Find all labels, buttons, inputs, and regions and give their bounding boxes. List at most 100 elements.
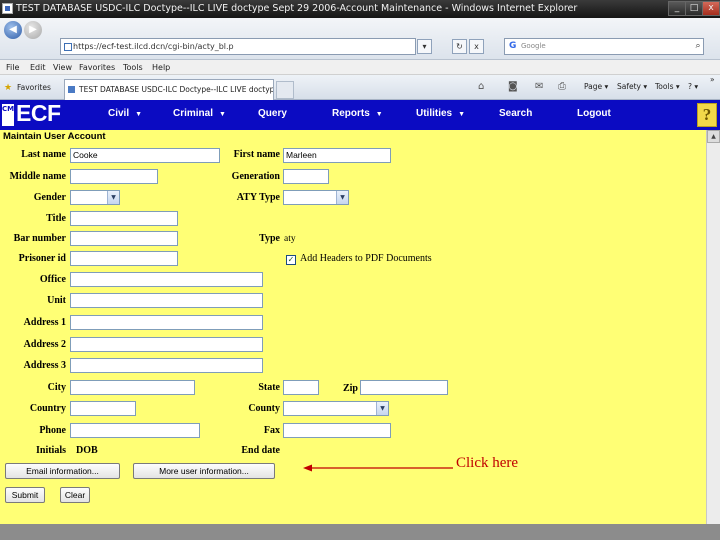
mail-icon[interactable]: ✉ [535,81,543,92]
first-name-input[interactable]: Marleen [283,148,391,163]
menu-help[interactable]: Help [152,61,170,74]
menu-file[interactable]: File [6,61,19,74]
nav-criminal[interactable]: Criminal ▼ [173,108,226,119]
middle-name-label: Middle name [9,171,66,182]
unit-label: Unit [47,295,66,306]
nav-search[interactable]: Search [499,108,532,119]
bar-number-label: Bar number [13,233,66,244]
safety-menu[interactable]: Safety ▾ [617,82,647,91]
nav-utilities[interactable]: Utilities ▼ [416,108,465,119]
page-menu[interactable]: Page ▾ [584,82,608,91]
minimize-button[interactable]: _ [668,1,686,16]
url-input[interactable]: https://ecf-test.ilcd.dcn/cgi-bin/acty_b… [60,38,416,55]
maximize-button[interactable]: □ [685,1,703,16]
unit-input[interactable] [70,293,263,308]
zip-label: Zip [342,383,358,394]
office-input[interactable] [70,272,263,287]
menu-view[interactable]: View [53,61,72,74]
favorites-star-icon[interactable]: ★ [4,83,12,93]
more-commands-icon[interactable]: » [710,75,715,84]
county-select[interactable]: ▼ [283,401,389,416]
generation-input[interactable] [283,169,329,184]
address2-input[interactable] [70,337,263,352]
middle-name-input[interactable] [70,169,158,184]
close-button[interactable]: x [702,1,720,16]
new-tab-button[interactable] [276,81,294,99]
chevron-down-icon: ▼ [219,111,226,118]
nav-reports-label: Reports [332,108,370,119]
last-name-input[interactable]: Cooke [70,148,220,163]
first-name-label: First name [233,149,280,160]
print-icon[interactable]: ⎙ [558,81,566,92]
tools-menu[interactable]: Tools ▾ [655,82,680,91]
refresh-icon[interactable]: ↻ [452,39,467,54]
address1-input[interactable] [70,315,263,330]
scroll-up-icon[interactable]: ▲ [707,130,720,143]
chevron-down-icon: ▼ [458,111,466,118]
help-icon[interactable]: ? [697,103,717,127]
menu-bar: File Edit View Favorites Tools Help [0,60,720,75]
city-label: City [47,382,66,393]
email-information-button[interactable]: Email information... [5,463,120,479]
favorites-button[interactable]: Favorites [17,83,51,92]
gender-select[interactable]: ▼ [70,190,120,205]
cm-logo-mark: CM [2,104,14,126]
title-label: Title [46,213,66,224]
stop-icon[interactable]: x [469,39,484,54]
tab-account-maintenance[interactable]: TEST DATABASE USDC-ILC Doctype--ILC LIVE… [64,79,274,100]
county-label: County [248,403,280,414]
search-icon[interactable]: ⌕ [690,38,706,55]
address1-label: Address 1 [23,317,66,328]
feeds-icon[interactable]: ◙ [508,81,518,92]
home-icon[interactable]: ⌂ [478,81,484,92]
clear-button[interactable]: Clear [60,487,90,503]
prisoner-id-label: Prisoner id [18,253,66,264]
state-input[interactable] [283,380,319,395]
menu-favorites[interactable]: Favorites [79,61,115,74]
aty-type-label: ATY Type [236,192,280,203]
forward-arrow-icon[interactable]: ▶ [24,21,42,39]
annotation-arrow-icon [303,464,453,472]
ecf-nav-bar: CM ECF Civil ▼ Criminal ▼ Query Reports ▼ U… [0,100,720,130]
title-bar: TEST DATABASE USDC-ILC Doctype--ILC LIVE… [0,0,720,18]
city-input[interactable] [70,380,195,395]
cmecf-logo: CM ECF [2,100,94,128]
submit-button[interactable]: Submit [5,487,45,503]
nav-utilities-label: Utilities [416,108,453,119]
address3-input[interactable] [70,358,263,373]
address2-label: Address 2 [23,339,66,350]
vertical-scrollbar[interactable] [706,130,720,524]
chevron-down-icon: ▼ [375,111,383,118]
aty-type-select[interactable]: ▼ [283,190,349,205]
help-menu[interactable]: ? ▾ [688,82,698,91]
more-user-information-button[interactable]: More user information... [133,463,275,479]
url-dropdown-icon[interactable]: ▾ [417,39,432,54]
gender-label: Gender [33,192,66,203]
chevron-down-icon: ▼ [135,111,143,118]
ecf-logo-text: ECF [16,100,61,126]
browser-window: TEST DATABASE USDC-ILC Doctype--ILC LIVE… [0,0,720,540]
title-input[interactable] [70,211,178,226]
search-input[interactable]: Google [504,38,704,55]
fax-input[interactable] [283,423,391,438]
back-arrow-icon[interactable]: ◀ [4,21,22,39]
country-input[interactable] [70,401,136,416]
nav-civil[interactable]: Civil ▼ [108,108,142,119]
menu-edit[interactable]: Edit [30,61,46,74]
zip-input[interactable] [360,380,448,395]
fax-label: Fax [263,425,280,436]
bar-number-input[interactable] [70,231,178,246]
nav-logout[interactable]: Logout [577,108,611,119]
nav-query[interactable]: Query [258,108,287,119]
type-label: Type [259,233,280,244]
office-label: Office [39,274,66,285]
dob-label: DOB [76,445,98,456]
last-name-label: Last name [21,149,66,160]
menu-tools[interactable]: Tools [123,61,143,74]
pdf-headers-checkbox[interactable]: ✓ [286,255,296,265]
nav-reports[interactable]: Reports ▼ [332,108,383,119]
chevron-down-icon: ▼ [107,191,119,204]
prisoner-id-input[interactable] [70,251,178,266]
phone-input[interactable] [70,423,200,438]
address-toolbar: ◀ ▶ https://ecf-test.ilcd.dcn/cgi-bin/ac… [0,18,720,60]
